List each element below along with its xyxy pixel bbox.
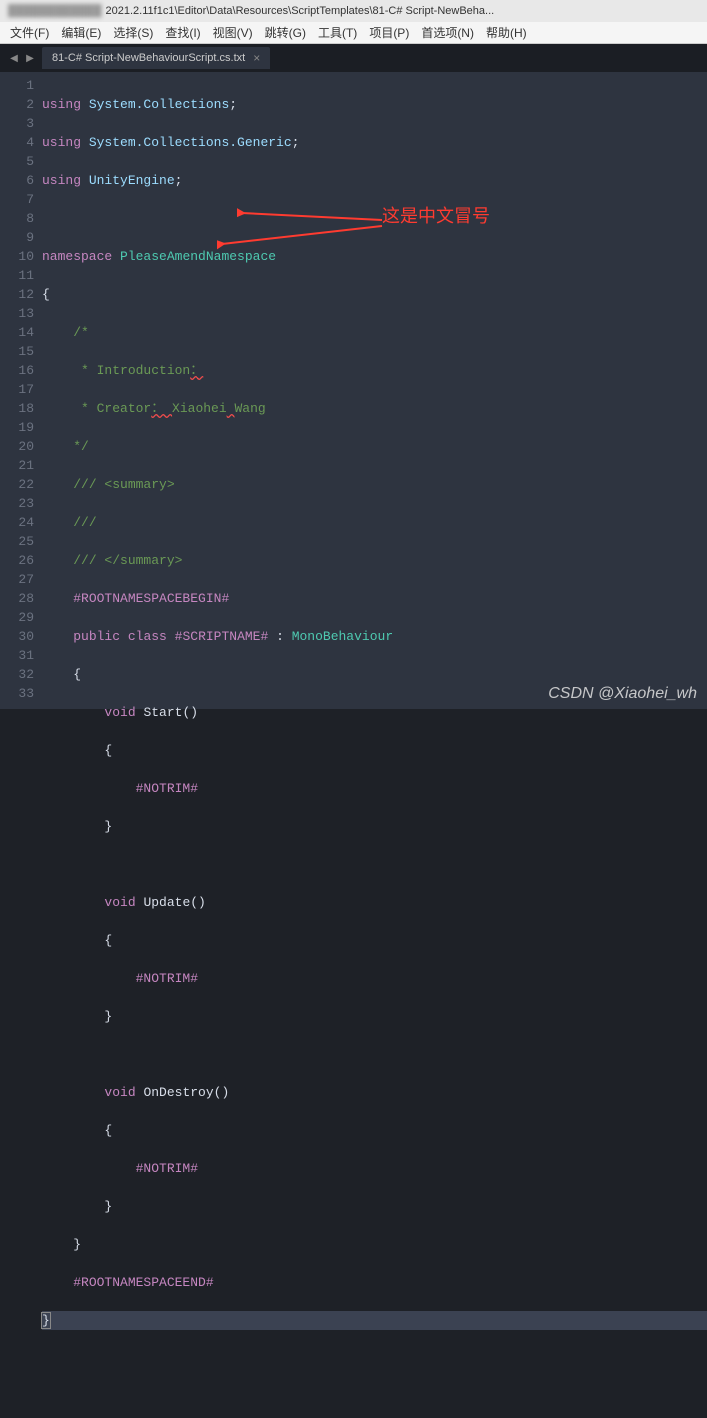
code-line: } (42, 1311, 707, 1330)
code-line: { (42, 931, 707, 950)
code-line: } (42, 1197, 707, 1216)
code-line: } (42, 817, 707, 836)
code-line: { (42, 741, 707, 760)
tab-close-icon[interactable]: × (253, 51, 260, 65)
code-line: /// (42, 513, 707, 532)
code-line: #ROOTNAMESPACEBEGIN# (42, 589, 707, 608)
code-line: void Update() (42, 893, 707, 912)
code-line: * Creator： Xiaohei Wang (42, 399, 707, 418)
title-blurred: ████████████ (8, 5, 102, 17)
code-editor[interactable]: 1234567891011121314151617181920212223242… (0, 72, 707, 709)
code-line: using System.Collections; (42, 95, 707, 114)
title-path: 2021.2.11f1c1\Editor\Data\Resources\Scri… (106, 5, 495, 17)
tab-label: 81-C# Script-NewBehaviourScript.cs.txt (52, 52, 245, 64)
menu-view[interactable]: 视图(V) (207, 22, 259, 43)
code-line: /// <summary> (42, 475, 707, 494)
menu-find[interactable]: 查找(I) (159, 22, 206, 43)
code-line: /* (42, 323, 707, 342)
code-line: using System.Collections.Generic; (42, 133, 707, 152)
menu-edit[interactable]: 编辑(E) (55, 22, 107, 43)
code-line: { (42, 1121, 707, 1140)
nav-left-icon[interactable]: ◀ (6, 48, 22, 68)
code-line: * Introduction： (42, 361, 707, 380)
menu-select[interactable]: 选择(S) (107, 22, 159, 43)
code-line (42, 1045, 707, 1064)
menu-help[interactable]: 帮助(H) (480, 22, 533, 43)
code-line: #NOTRIM# (42, 1159, 707, 1178)
code-line: void OnDestroy() (42, 1083, 707, 1102)
code-line: { (42, 285, 707, 304)
code-line: #NOTRIM# (42, 779, 707, 798)
menu-goto[interactable]: 跳转(G) (259, 22, 312, 43)
code-line (42, 855, 707, 874)
code-line: #NOTRIM# (42, 969, 707, 988)
code-line (42, 209, 707, 228)
code-line: using UnityEngine; (42, 171, 707, 190)
window-title-bar: ████████████ 2021.2.11f1c1\Editor\Data\R… (0, 0, 707, 22)
code-line: public class #SCRIPTNAME# : MonoBehaviou… (42, 627, 707, 646)
code-line: } (42, 1235, 707, 1254)
nav-right-icon[interactable]: ▶ (22, 48, 38, 68)
line-gutter: 1234567891011121314151617181920212223242… (0, 72, 42, 709)
code-area[interactable]: using System.Collections; using System.C… (42, 72, 707, 709)
tab-bar: ◀ ▶ 81-C# Script-NewBehaviourScript.cs.t… (0, 44, 707, 72)
code-line: */ (42, 437, 707, 456)
code-line: namespace PleaseAmendNamespace (42, 247, 707, 266)
code-line: } (42, 1007, 707, 1026)
code-line: /// </summary> (42, 551, 707, 570)
menu-project[interactable]: 项目(P) (363, 22, 415, 43)
tab-active[interactable]: 81-C# Script-NewBehaviourScript.cs.txt × (42, 47, 270, 69)
menu-bar: 文件(F) 编辑(E) 选择(S) 查找(I) 视图(V) 跳转(G) 工具(T… (0, 22, 707, 44)
menu-file[interactable]: 文件(F) (4, 22, 55, 43)
menu-preferences[interactable]: 首选项(N) (415, 22, 480, 43)
code-line: { (42, 665, 707, 684)
code-line: void Start() (42, 703, 707, 722)
code-line: #ROOTNAMESPACEEND# (42, 1273, 707, 1292)
menu-tools[interactable]: 工具(T) (312, 22, 363, 43)
